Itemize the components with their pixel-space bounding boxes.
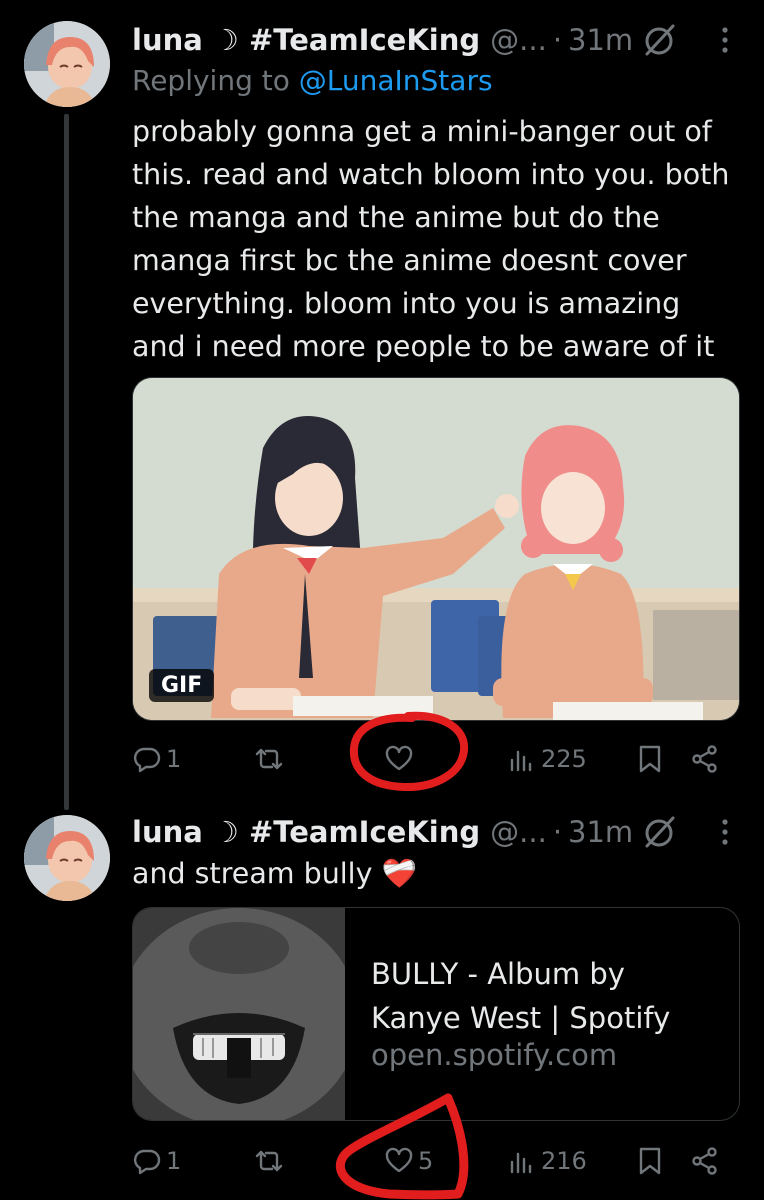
- bookmark-icon: [639, 1147, 661, 1175]
- repost-icon: [255, 1150, 283, 1172]
- share-button[interactable]: [690, 1139, 720, 1183]
- display-name[interactable]: luna ☽ #TeamIceKing: [132, 815, 480, 849]
- views-count: 216: [541, 1147, 587, 1175]
- tweet[interactable]: luna ☽ #TeamIceKing @... · 31m Replying …: [0, 0, 764, 810]
- views-button[interactable]: 216: [507, 1139, 587, 1183]
- card-domain: open.spotify.com: [371, 1038, 618, 1072]
- avatar-image: [24, 815, 110, 901]
- album-cover-image: [133, 908, 345, 1120]
- tweet-gif[interactable]: GIF: [132, 377, 740, 721]
- tweet-text: probably gonna get a mini-banger out of …: [132, 115, 730, 363]
- repost-button[interactable]: [254, 1139, 288, 1183]
- share-icon: [692, 1147, 717, 1175]
- repost-icon: [255, 748, 283, 770]
- replying-mention[interactable]: @LunaInStars: [299, 64, 493, 97]
- tweet[interactable]: luna ☽ #TeamIceKing @... · 31m and strea…: [0, 800, 764, 1200]
- views-count: 225: [541, 745, 587, 773]
- like-button[interactable]: [384, 737, 418, 781]
- timestamp[interactable]: 31m: [568, 23, 633, 57]
- like-icon: [385, 745, 413, 771]
- more-icon[interactable]: [710, 814, 740, 850]
- grok-icon[interactable]: [642, 22, 678, 58]
- like-button[interactable]: 5: [384, 1139, 433, 1183]
- reply-count: 1: [166, 745, 182, 773]
- views-icon: [510, 750, 532, 772]
- repost-button[interactable]: [254, 737, 288, 781]
- link-card[interactable]: BULLY - Album by Kanye West | Spotify op…: [132, 907, 740, 1121]
- replying-label: Replying to: [132, 64, 299, 97]
- share-button[interactable]: [690, 737, 720, 781]
- bookmark-button[interactable]: [635, 1139, 665, 1183]
- reply-icon: [133, 747, 161, 773]
- card-title: BULLY - Album by Kanye West | Spotify: [371, 957, 671, 1035]
- more-icon[interactable]: [710, 22, 740, 58]
- reply-count: 1: [166, 1147, 182, 1175]
- views-icon: [510, 1152, 532, 1174]
- reply-button[interactable]: 1: [132, 737, 181, 781]
- avatar[interactable]: [24, 21, 110, 107]
- handle[interactable]: @...: [490, 815, 547, 849]
- display-name[interactable]: luna ☽ #TeamIceKing: [132, 23, 480, 57]
- reply-icon: [133, 1149, 161, 1175]
- views-button[interactable]: 225: [507, 737, 587, 781]
- tweet-text: and stream bully ❤️‍🩹: [132, 857, 418, 890]
- bookmark-button[interactable]: [635, 737, 665, 781]
- replying-to: Replying to @LunaInStars: [132, 64, 493, 97]
- reply-button[interactable]: 1: [132, 1139, 181, 1183]
- tweet-header: luna ☽ #TeamIceKing @... · 31m: [132, 20, 740, 60]
- separator-dot: ·: [552, 815, 563, 849]
- handle[interactable]: @...: [490, 23, 547, 57]
- tweet-actions: 1 5 216: [132, 1139, 732, 1183]
- gif-badge: GIF: [149, 669, 215, 702]
- timestamp[interactable]: 31m: [568, 815, 633, 849]
- avatar-image: [24, 21, 110, 107]
- thread-line: [64, 114, 69, 810]
- tweet-actions: 1 225: [132, 737, 732, 781]
- share-icon: [692, 745, 717, 773]
- like-count: 5: [418, 1147, 434, 1175]
- gif-image: [133, 378, 739, 720]
- tweet-header: luna ☽ #TeamIceKing @... · 31m: [132, 812, 740, 852]
- separator-dot: ·: [552, 23, 563, 57]
- avatar[interactable]: [24, 815, 110, 901]
- bookmark-icon: [639, 745, 661, 773]
- grok-icon[interactable]: [642, 814, 678, 850]
- like-icon: [385, 1147, 413, 1173]
